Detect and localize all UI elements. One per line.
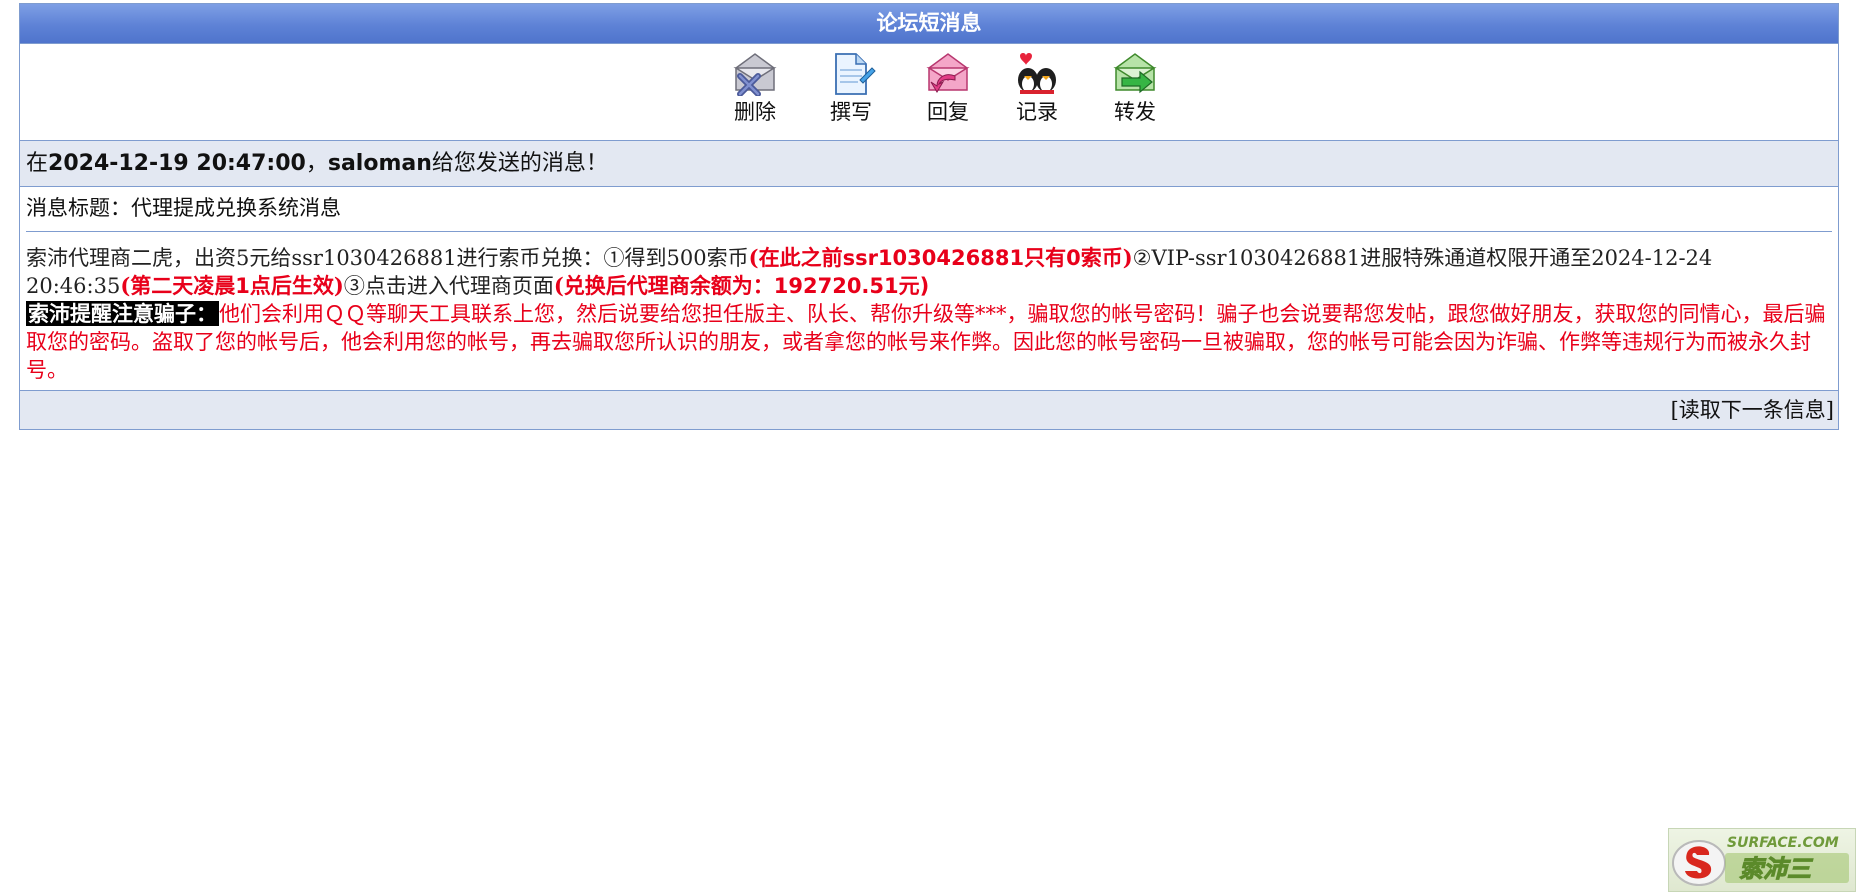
message-subject: 消息标题：代理提成兑换系统消息 [20,187,1838,221]
bracket-close: ] [1825,398,1834,422]
body-note-2: (第二天凌晨1点后生效) [120,273,344,298]
body-text-1: 索沛代理商二虎，出资5元给ssr1030426881进行索币兑换：①得到500索… [26,246,749,270]
warning-label: 索沛提醒注意骗子： [26,301,219,326]
sender-info: 在2024-12-19 20:47:00，saloman给您发送的消息！ [20,141,1838,187]
watermark-cn: 索沛三 [1739,855,1814,883]
subject-value: 代理提成兑换系统消息 [131,196,341,220]
reply-button[interactable]: 回复 [916,50,980,126]
delete-button[interactable]: 删除 [723,50,787,126]
compose-button[interactable]: 撰写 [819,50,883,126]
next-message-row: [读取下一条信息] [20,390,1838,429]
sender-separator: ， [305,151,328,176]
logo-icon: SURFACE.COM 索沛三 [1672,835,1849,886]
forward-label: 转发 [1114,100,1156,124]
body-note-1: (在此之前ssr1030426881只有0索币) [748,245,1133,270]
delete-label: 删除 [734,100,776,124]
next-message-link[interactable]: 读取下一条信息 [1679,398,1826,422]
agent-page-link[interactable]: ③点击进入代理商页面 [344,274,554,298]
watermark-text: SURFACE.COM [1727,835,1839,851]
reply-label: 回复 [927,100,969,124]
record-label: 记录 [1016,100,1058,124]
page-title: 论坛短消息 [20,4,1838,43]
delete-icon [733,53,777,96]
forward-button[interactable]: 转发 [1103,50,1167,126]
forward-icon [1113,53,1157,94]
sender-suffix: 给您发送的消息！ [431,151,608,176]
sent-datetime: 2024-12-19 20:47:00 [48,151,306,176]
compose-icon [835,53,876,95]
record-button[interactable]: 记录 [1005,50,1069,126]
body-note-3: (兑换后代理商余额为：192720.51元) [553,273,930,298]
sender-name: saloman [327,151,432,176]
reply-icon [926,53,970,93]
warning-text: 他们会利用ＱＱ等聊天工具联系上您，然后说要给您担任版主、队长、帮你升级等***，… [26,302,1826,382]
message-panel: 论坛短消息 删除 撰写 回复 记录 转发 在2024-12-19 20:47:0… [19,3,1839,430]
watermark-logo: SURFACE.COM 索沛三 [1668,828,1856,892]
message-body: 索沛代理商二虎，出资5元给ssr1030426881进行索币兑换：①得到500索… [20,232,1838,390]
toolbar: 删除 撰写 回复 记录 转发 [20,43,1838,141]
record-icon [1018,53,1056,94]
compose-label: 撰写 [830,100,872,124]
bracket-open: [ [1670,398,1679,422]
sender-prefix: 在 [26,151,49,176]
subject-label: 消息标题： [26,196,131,220]
